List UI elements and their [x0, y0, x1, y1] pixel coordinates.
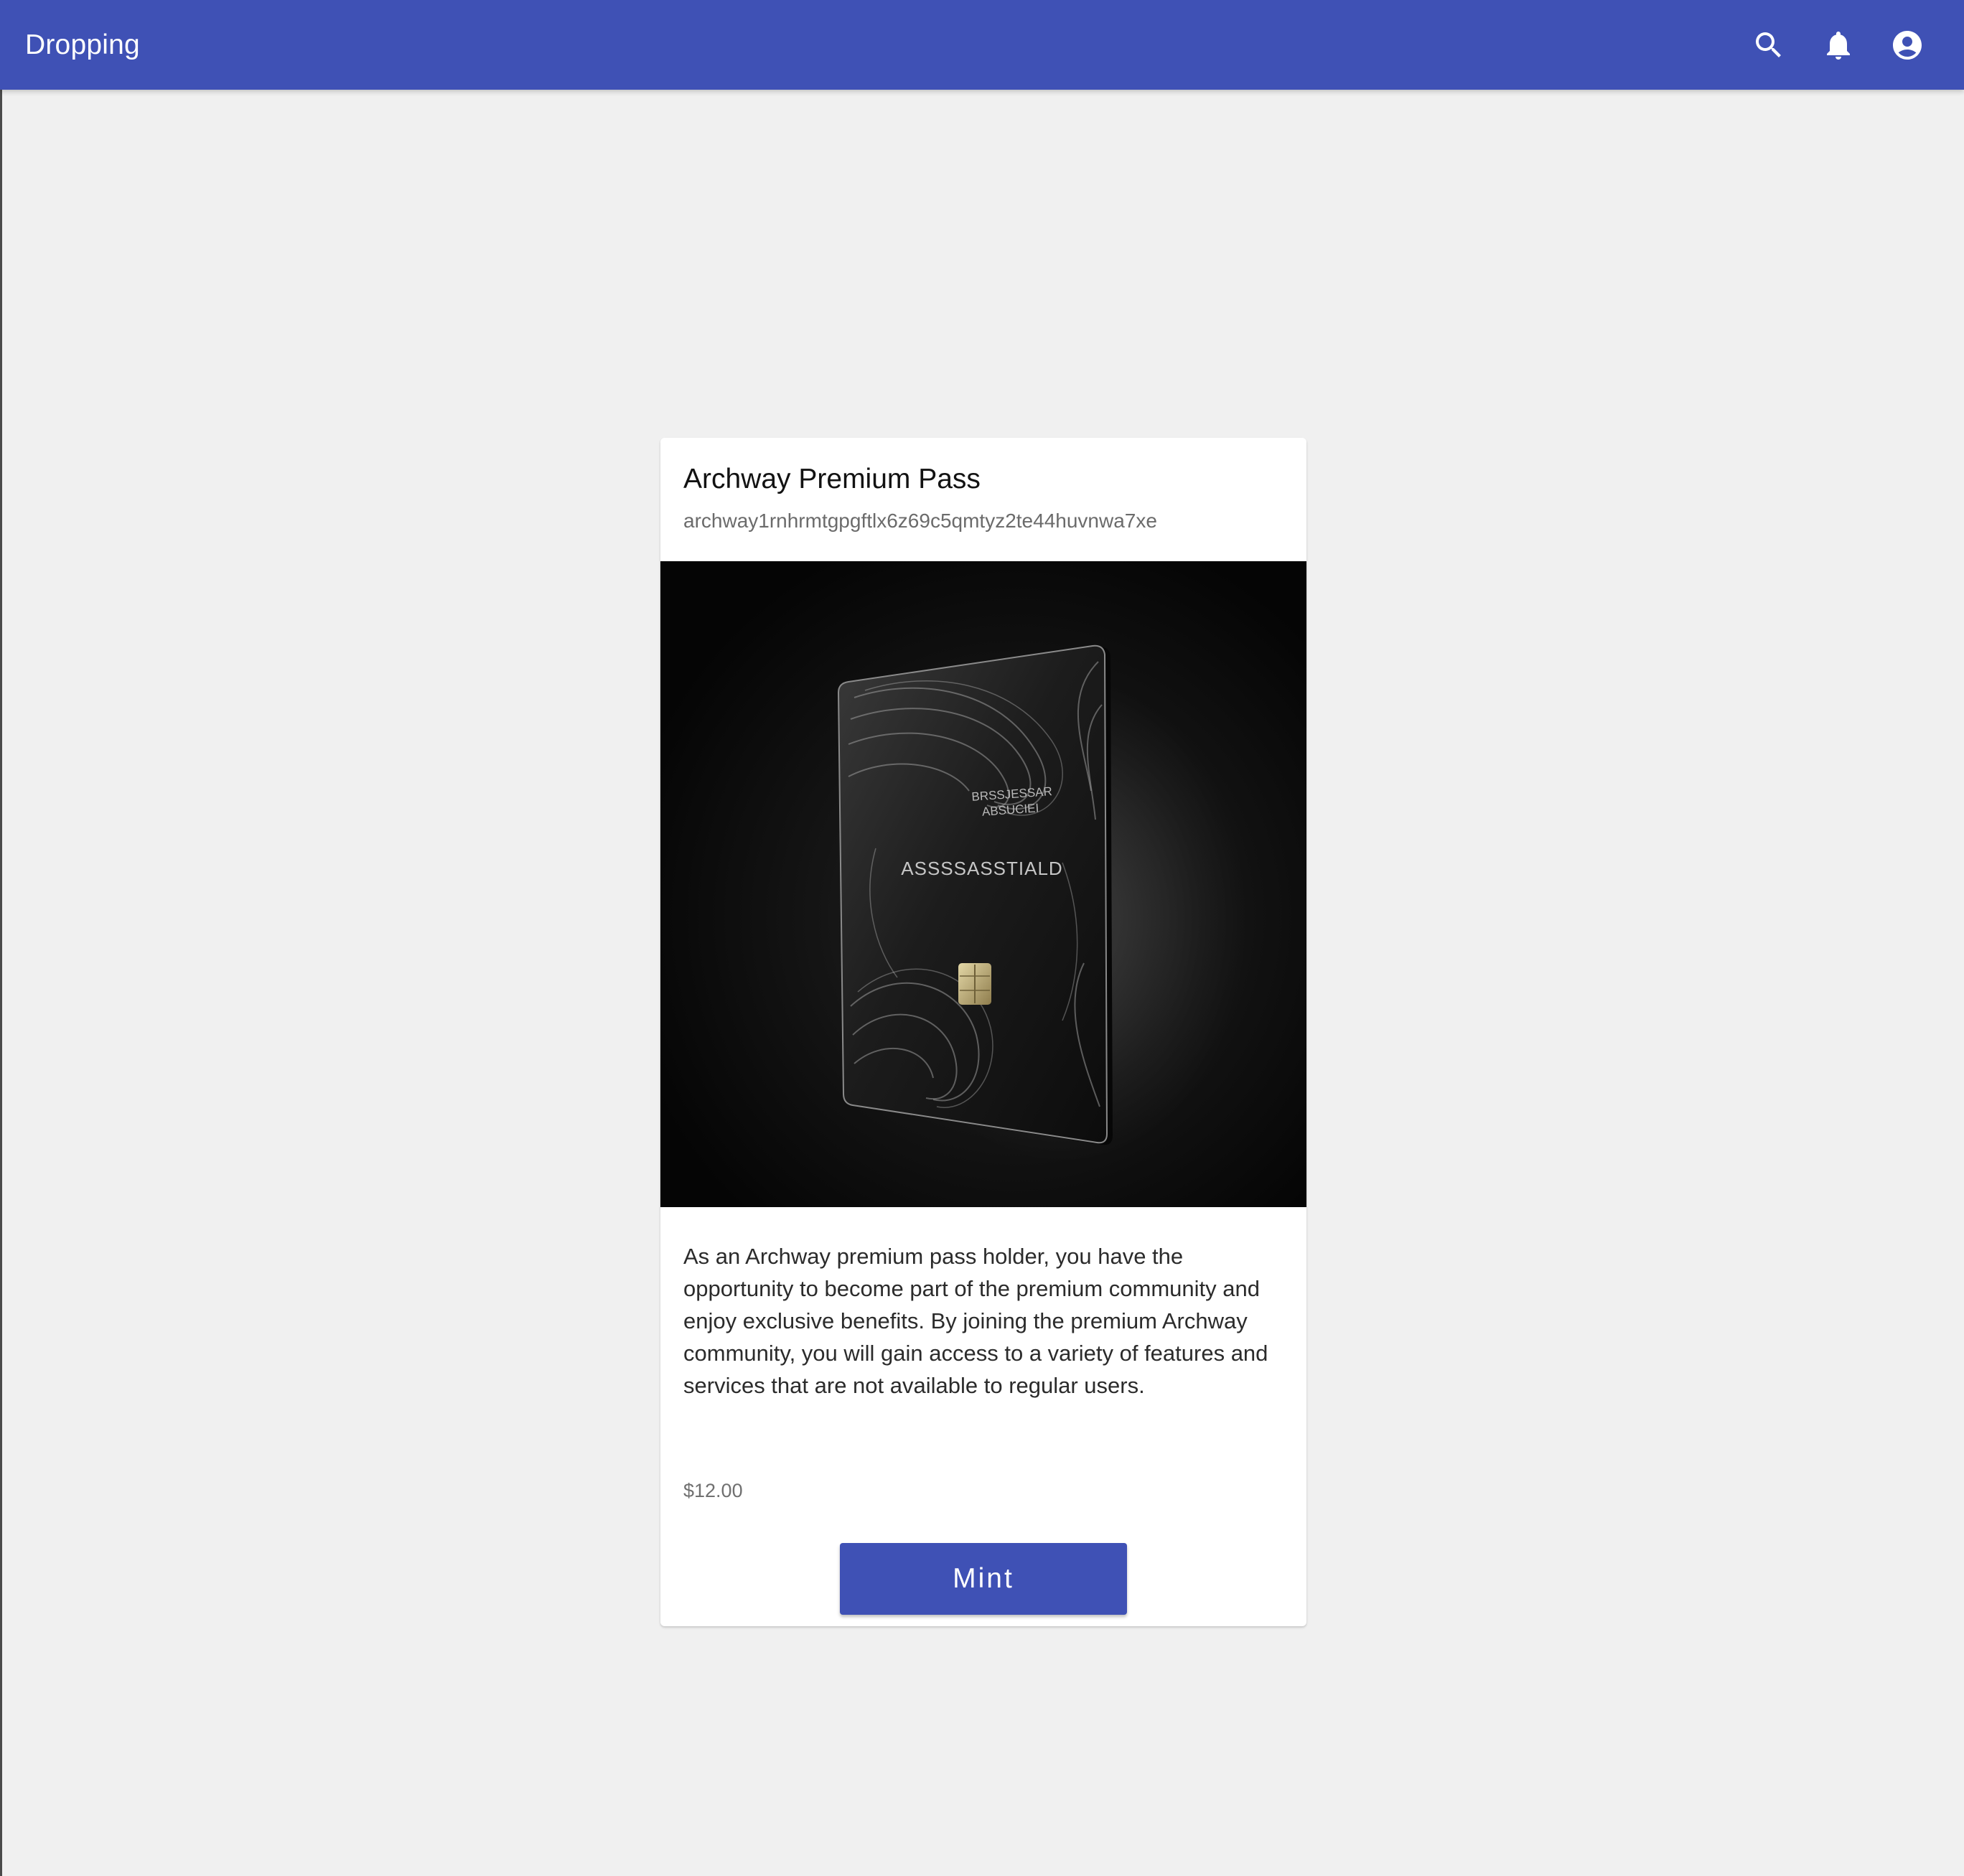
- app-title: Dropping: [25, 29, 140, 60]
- contract-address: archway1rnhrmtgpgftlx6z69c5qmtyz2te44huv…: [683, 510, 1157, 532]
- card-chip: [958, 963, 991, 1005]
- notifications-button[interactable]: [1810, 17, 1866, 72]
- premium-card-illustration: BRSSJESSAR ABSUCIEI ASSSSASSTIALD: [837, 644, 1249, 1164]
- search-icon: [1755, 32, 1781, 57]
- mint-button[interactable]: Mint: [840, 1543, 1127, 1615]
- app-bar: Dropping: [0, 0, 1964, 90]
- card-title: Archway Premium Pass: [683, 464, 981, 494]
- price-label: $12.00: [683, 1480, 743, 1501]
- nft-card: Archway Premium Pass archway1rnhrmtgpgft…: [660, 438, 1306, 1626]
- account-button[interactable]: [1879, 17, 1935, 72]
- account-circle-icon: [1892, 30, 1922, 60]
- search-button[interactable]: [1741, 17, 1796, 72]
- bell-icon: [1826, 31, 1850, 60]
- nft-image: BRSSJESSAR ABSUCIEI ASSSSASSTIALD: [660, 561, 1306, 1207]
- card-description: As an Archway premium pass holder, you h…: [683, 1244, 1268, 1398]
- window-edge: [0, 0, 2, 1876]
- card-text-main: ASSSSASSTIALD: [901, 858, 1062, 879]
